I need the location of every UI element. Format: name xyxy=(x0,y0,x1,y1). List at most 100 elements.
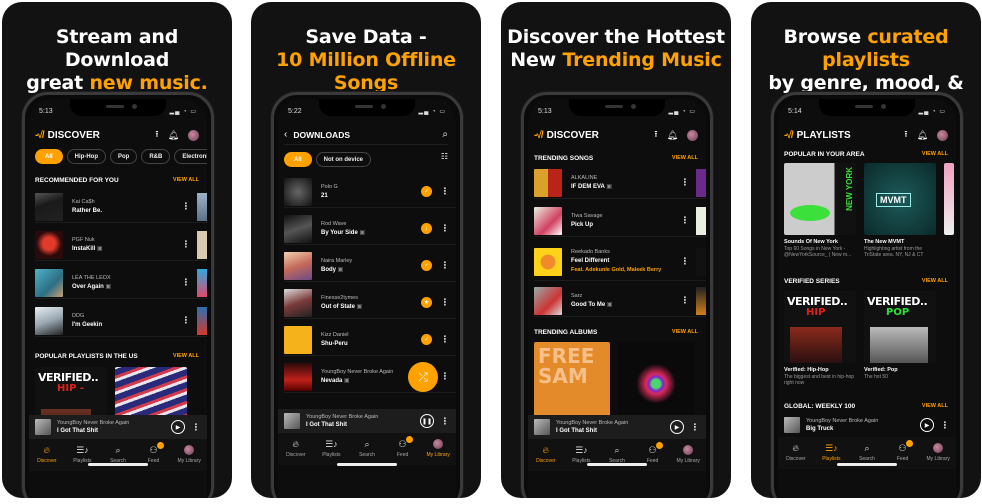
tab-my-library[interactable]: My Library xyxy=(421,439,455,458)
chip-electronic[interactable]: Electronic xyxy=(174,149,207,164)
search-icon[interactable]: ⌕ xyxy=(442,129,448,140)
bell-icon[interactable]: 🔔︎ xyxy=(168,130,179,141)
song-featuring[interactable]: Feat. Adekunle Gold, Maleek Berry xyxy=(571,266,680,275)
tab-playlists[interactable]: ☰♪ Playlists xyxy=(564,445,598,464)
tab-my-library[interactable]: My Library xyxy=(172,445,206,464)
song-row[interactable]: PGF Nuk InstaKill ▣ ⋮ xyxy=(35,229,207,261)
play-button[interactable]: ▶ xyxy=(920,418,934,432)
play-button[interactable]: ▶ xyxy=(670,420,684,434)
tab-my-library[interactable]: My Library xyxy=(921,443,955,462)
song-row[interactable]: Reekado Banks Feel Different Feat. Adekunl… xyxy=(534,243,706,281)
more-icon[interactable]: ⋮ xyxy=(680,295,690,306)
more-icon[interactable]: ⋮ xyxy=(440,297,450,308)
downloaded-check-icon: ✓ xyxy=(421,334,432,345)
tab-search[interactable]: ⌕ Search xyxy=(600,445,634,464)
upload-icon[interactable]: ⭱ xyxy=(155,127,158,143)
filter-sliders-icon[interactable]: ☷ xyxy=(441,152,448,167)
tab-playlists[interactable]: ☰♪ Playlists xyxy=(314,439,348,458)
mini-player[interactable]: YoungBoy Never Broke Again I Got That Shi… xyxy=(29,415,207,439)
playlist-card[interactable]: MVMT The New MVMT Highlighting artist fr… xyxy=(864,163,936,258)
view-all-link[interactable]: VIEW ALL xyxy=(173,177,199,183)
view-all-link[interactable]: VIEW ALL xyxy=(922,151,948,157)
more-icon[interactable]: ⋮ xyxy=(680,177,690,188)
view-all-link[interactable]: VIEW ALL xyxy=(922,278,948,284)
chip-hiphop[interactable]: Hip-Hop xyxy=(66,149,106,164)
more-icon[interactable]: ⋮ xyxy=(191,422,201,433)
bell-icon[interactable]: 🔔︎ xyxy=(667,130,678,141)
chip-not-on-device[interactable]: Not on device xyxy=(315,152,372,167)
more-icon[interactable]: ⋮ xyxy=(440,223,450,234)
song-row[interactable]: DDG I'm Geekin ⋮ xyxy=(35,305,207,337)
upload-icon[interactable]: ⭱ xyxy=(904,127,907,143)
tab-feed[interactable]: ⚇ Feed xyxy=(886,440,920,462)
playlist-card[interactable]: VERIFIED.. POP Verified: Pop The hot 50 xyxy=(864,291,936,386)
download-row[interactable]: Kizz Daniel Shu-Peru ✓ ⋮ xyxy=(284,324,456,356)
upload-icon[interactable]: ⭱ xyxy=(654,127,657,143)
avatar[interactable] xyxy=(188,129,199,141)
more-icon[interactable]: ⋮ xyxy=(440,186,450,197)
shuffle-button[interactable]: ⤮ xyxy=(408,362,438,392)
more-icon[interactable]: ⋮ xyxy=(181,315,191,326)
album-card[interactable] xyxy=(618,342,694,418)
view-all-link[interactable]: VIEW ALL xyxy=(173,353,199,359)
playlist-card[interactable]: VERIFIED.. HIP Verified: Hip-Hop The bigg… xyxy=(784,291,856,386)
more-icon[interactable]: ⋮ xyxy=(440,371,450,382)
more-icon[interactable]: ⋮ xyxy=(181,201,191,212)
tab-feed[interactable]: ⚇ Feed xyxy=(636,442,670,464)
tab-search[interactable]: ⌕ Search xyxy=(101,445,135,464)
mini-player[interactable]: YoungBoy Never Broke Again I Got That Shi… xyxy=(278,409,456,433)
chip-rnb[interactable]: R&B xyxy=(141,149,171,164)
more-icon[interactable]: ⋮ xyxy=(181,239,191,250)
chip-pop[interactable]: Pop xyxy=(110,149,138,164)
tab-search[interactable]: ⌕ Search xyxy=(350,439,384,458)
chip-all[interactable]: All xyxy=(35,149,63,164)
avatar[interactable] xyxy=(687,129,698,141)
song-row[interactable]: Kai Ca$h Rather Be. ⋮ xyxy=(35,191,207,223)
song-row[interactable]: Tiwa Savage Pick Up ⋮ xyxy=(534,205,706,237)
download-row[interactable]: Naira Marley Body ▣ ✓ ⋮ xyxy=(284,250,456,282)
home-indicator xyxy=(587,463,647,466)
tab-discover[interactable]: 🔥︎ Discover xyxy=(279,439,313,458)
view-all-link[interactable]: VIEW ALL xyxy=(672,329,698,335)
mini-player[interactable]: YoungBoy Never Broke Again Big Truck ▶ ⋮ xyxy=(778,413,956,437)
tab-label: My Library xyxy=(926,456,950,462)
download-row[interactable]: Polo G 21 ✓ ⋮ xyxy=(284,176,456,208)
tab-my-library[interactable]: My Library xyxy=(671,445,705,464)
mini-player[interactable]: YoungBoy Never Broke Again I Got That Shi… xyxy=(528,415,706,439)
view-all-link[interactable]: VIEW ALL xyxy=(672,155,698,161)
chip-all[interactable]: All xyxy=(284,152,312,167)
avatar[interactable] xyxy=(937,129,948,141)
tab-discover[interactable]: 🔥︎ Discover xyxy=(30,445,64,464)
tab-playlists[interactable]: ☰♪ Playlists xyxy=(65,445,99,464)
tab-search[interactable]: ⌕ Search xyxy=(850,443,884,462)
song-row[interactable]: Sarz Good To Me ▣ ⋮ xyxy=(534,285,706,317)
more-icon[interactable]: ⋮ xyxy=(690,422,700,433)
tab-discover[interactable]: 🔥︎ Discover xyxy=(529,445,563,464)
more-icon[interactable]: ⋮ xyxy=(440,334,450,345)
headline-line1: Stream and Download xyxy=(55,26,179,71)
tab-playlists[interactable]: ☰♪ Playlists xyxy=(814,443,848,462)
tab-feed[interactable]: ⚇ Feed xyxy=(386,436,420,458)
more-icon[interactable]: ⋮ xyxy=(440,416,450,427)
back-icon[interactable]: ‹ xyxy=(284,129,287,140)
song-artwork xyxy=(534,168,562,197)
playlist-title: The New MVMT xyxy=(864,239,905,245)
play-button[interactable]: ▶ xyxy=(171,420,185,434)
more-icon[interactable]: ⋮ xyxy=(940,420,950,431)
album-card[interactable]: FREE SAM xyxy=(534,342,610,418)
notification-badge xyxy=(405,436,413,443)
more-icon[interactable]: ⋮ xyxy=(680,256,690,267)
pause-button[interactable]: ❚❚ xyxy=(420,414,434,428)
more-icon[interactable]: ⋮ xyxy=(440,260,450,271)
playlist-card[interactable]: NEW YORK Sounds Of New York Top 60 Songs… xyxy=(784,163,856,258)
tab-discover[interactable]: 🔥︎ Discover xyxy=(779,443,813,462)
tab-feed[interactable]: ⚇ Feed xyxy=(137,442,171,464)
bell-icon[interactable]: 🔔︎ xyxy=(917,130,928,141)
download-row[interactable]: Rod Wave By Your Side ▣ ↓ ⋮ xyxy=(284,213,456,245)
view-all-link[interactable]: VIEW ALL xyxy=(922,403,948,409)
song-row[interactable]: LÉA THE LEOX Over Again ▣ ⋮ xyxy=(35,267,207,299)
download-row[interactable]: Finesse2tymes Out of State ▣ ★ ⋮ xyxy=(284,287,456,319)
more-icon[interactable]: ⋮ xyxy=(181,277,191,288)
song-row[interactable]: ALKALINE IF DEM EVA ▣ ⋮ xyxy=(534,167,706,199)
more-icon[interactable]: ⋮ xyxy=(680,215,690,226)
